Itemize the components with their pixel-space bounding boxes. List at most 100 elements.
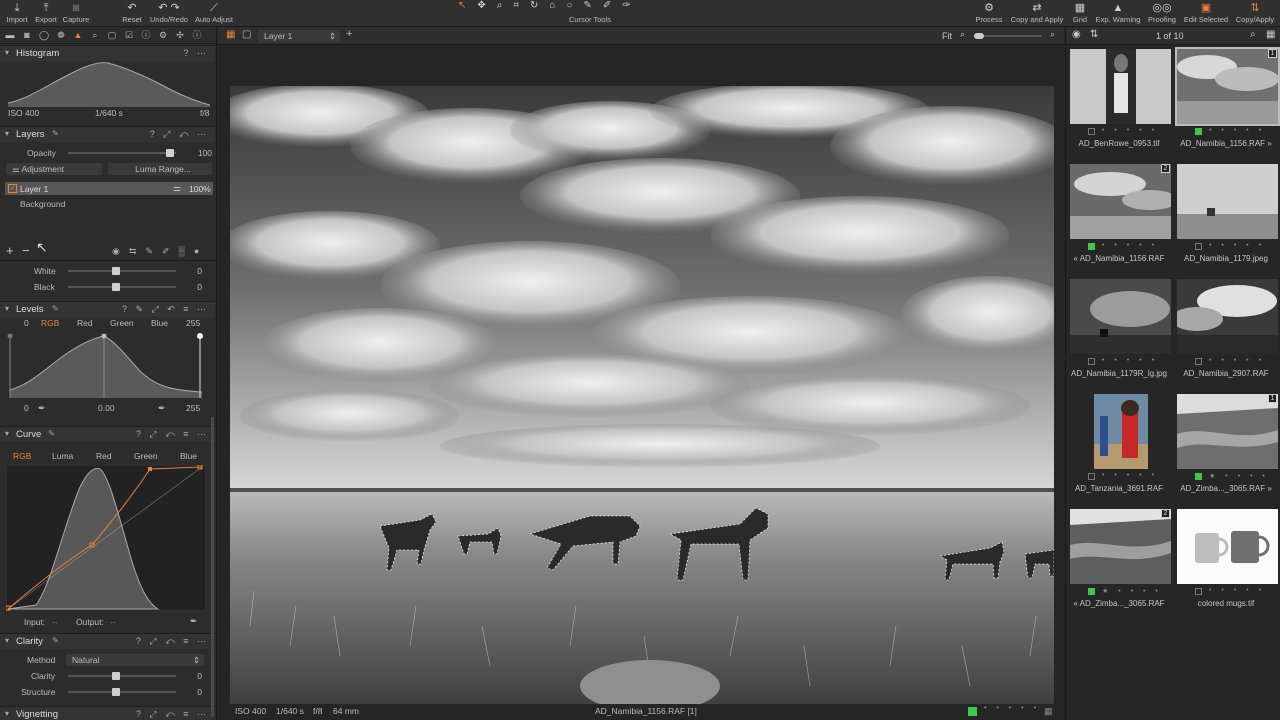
keystone-tool-icon[interactable]: ⌂ [549,0,566,11]
pointer-tool-icon[interactable]: ↖ [458,0,477,11]
select-checkbox[interactable] [1088,473,1095,480]
brush-icon[interactable]: ✎ [145,246,162,256]
levels-input-white[interactable]: 255 [186,318,200,328]
select-checkbox[interactable] [1195,588,1202,595]
zoom-slider[interactable] [974,33,1042,39]
clarity-value[interactable]: 0 [178,671,202,681]
layer-visible-checkbox[interactable]: ✓ [8,184,17,193]
opacity-slider[interactable] [68,149,176,157]
levels-channel-red[interactable]: Red [77,318,93,328]
color-tag-green[interactable] [1195,473,1202,480]
straighten-tool-icon[interactable]: ↻ [530,0,549,11]
layer-select-dropdown[interactable]: Layer 1 ⇕ [258,30,340,42]
curve-channel-rgb[interactable]: RGB [13,451,31,461]
levels-midpoint-value[interactable]: 0.00 [98,403,115,413]
select-checkbox[interactable] [1088,128,1095,135]
cursor-tools-group[interactable]: ↖✥⌕⌗↻⌂○✎✐✑ [458,0,722,12]
layer-row-background[interactable]: Background [20,199,65,209]
eraser-icon[interactable]: ✐ [162,246,179,256]
curve-channel-luma[interactable]: Luma [52,451,73,461]
vignetting-tool-header[interactable]: ▾ Vignetting ? ⤢ ↶ ≡ ⋯ [0,706,215,720]
export-button[interactable]: ⤒ Export [32,1,60,24]
multi-view-icon[interactable]: ▦ [226,29,235,40]
process-button[interactable]: ⚙ Process [972,1,1006,24]
star-rating[interactable]: • • • • • [1209,587,1265,594]
picker-tool-icon[interactable]: ✑ [622,0,641,11]
add-layer-button[interactable]: + [6,243,14,258]
thumbnail-item[interactable]: 2 • • • • • « AD_Namibia_1156.RAF [1066,162,1172,277]
main-photo[interactable] [230,86,1054,704]
crop-tool-icon[interactable]: ⌗ [513,0,530,11]
layers-tool-header[interactable]: ▾ Layers ✎ ? ⤢ ↶ ⋯ [0,126,215,142]
edit-selected-button[interactable]: ▣ Edit Selected [1180,1,1232,24]
layer-sliders-icon[interactable]: ⚌ [173,183,181,194]
curve-channel-red[interactable]: Red [96,451,112,461]
copy-apply-button[interactable]: ⇅ Copy/Apply [1232,1,1278,24]
zoom-fit-button[interactable]: Fit [942,31,952,41]
local-adjust-tab-icon[interactable]: ▢ [106,29,118,41]
levels-channel-rgb[interactable]: RGB [41,318,59,328]
levels-output-black[interactable]: 0 [24,403,29,413]
eraser-tool-icon[interactable]: ✐ [603,0,622,11]
mask-view-icon[interactable]: ◉ [112,246,129,256]
fill-icon[interactable]: ● [194,246,208,256]
thumbnail-item[interactable]: 1 ★ • • • • AD_Zimba..._3065.RAF » [1173,392,1279,507]
tools-scrollbar[interactable] [211,417,214,717]
library-tab-icon[interactable]: ▬ [4,29,16,41]
zoom-in-icon[interactable]: ⌕ [1050,29,1055,40]
tool-options-icon[interactable]: ? ⋯ [183,48,209,59]
tool-options-icon[interactable]: ? ⤢ ↶ ≡ ⋯ [136,636,209,647]
white-value[interactable]: 0 [178,266,202,276]
star-rating[interactable]: • • • • • [1102,357,1158,364]
gradient-icon[interactable]: ▒ [179,246,194,256]
structure-knob[interactable] [112,688,120,696]
browser-grid-icon[interactable]: ▦ [1266,29,1275,40]
levels-tool-header[interactable]: ▾ Levels ✎ ? ✎ ⤢ ↶ ≡ ⋯ [0,301,215,317]
batch-tab-icon[interactable]: ✣ [174,29,186,41]
thumbnail-item[interactable]: 2 ★ • • • • « AD_Zimba..._3065.RAF [1066,507,1172,622]
reset-button[interactable]: ↶ Reset [118,1,146,24]
star-rating[interactable]: ★ • • • • [1209,472,1269,480]
clarity-slider[interactable] [68,672,176,680]
color-tag-green[interactable] [1195,128,1202,135]
clarity-tool-header[interactable]: ▾ Clarity ✎ ? ⤢ ↶ ≡ ⋯ [0,633,215,649]
color-tag-green[interactable] [1088,243,1095,250]
color-tag-green[interactable] [1088,588,1095,595]
info-tab-icon[interactable]: ⓘ [191,29,203,41]
search-icon[interactable]: ⌕ [1250,29,1256,40]
star-rating[interactable]: • • • • • [1102,127,1158,134]
tool-options-icon[interactable]: ? ⤢ ↶ ⋯ [150,129,209,140]
curve-channel-green[interactable]: Green [134,451,158,461]
layer-row-layer1[interactable]: ✓ Layer 1 ⚌ 100% [5,182,213,195]
spot-tool-icon[interactable]: ○ [566,0,583,11]
metadata-tab-icon[interactable]: ☑ [123,29,135,41]
thumbnail-item-selected[interactable]: 1 • • • • • AD_Namibia_1156.RAF » [1173,47,1280,162]
color-tag-green[interactable] [968,707,977,716]
brush-tool-icon[interactable]: ✎ [584,0,603,11]
black-slider[interactable] [68,283,176,291]
adjustment-dropdown[interactable]: ⚌ Adjustment [6,163,102,175]
lens-tab-icon[interactable]: ◯ [38,29,50,41]
select-checkbox[interactable] [1088,358,1095,365]
black-knob[interactable] [112,283,120,291]
undo-redo-button[interactable]: ↶ ↷ Undo/Redo [148,1,190,24]
grid-overlay-icon[interactable]: ▦ [1044,706,1053,717]
mask-swap-icon[interactable]: ⇆ [129,246,146,256]
star-rating[interactable]: • • • • • [1102,242,1158,249]
luma-range-button[interactable]: Luma Range... [108,163,212,175]
levels-output-white[interactable]: 255 [186,403,200,413]
opacity-value[interactable]: 100 [188,148,212,158]
star-rating[interactable]: • • • • • [1209,242,1265,249]
levels-channel-green[interactable]: Green [110,318,134,328]
exposure-warning-button[interactable]: ▲ Exp. Warning [1094,1,1142,24]
tool-options-icon[interactable]: ? ⤢ ↶ ≡ ⋯ [136,709,209,720]
details-tab-icon[interactable]: ⌕ [89,29,101,41]
add-layer-icon[interactable]: + [346,28,352,40]
white-slider[interactable] [68,267,176,275]
import-button[interactable]: ⤓ Import [4,1,30,24]
select-checkbox[interactable] [1195,243,1202,250]
color-tab-icon[interactable]: ❁ [55,29,67,41]
output-tab-icon[interactable]: ⓘ [140,29,152,41]
grid-button[interactable]: ▦ Grid [1068,1,1092,24]
structure-slider[interactable] [68,688,176,696]
